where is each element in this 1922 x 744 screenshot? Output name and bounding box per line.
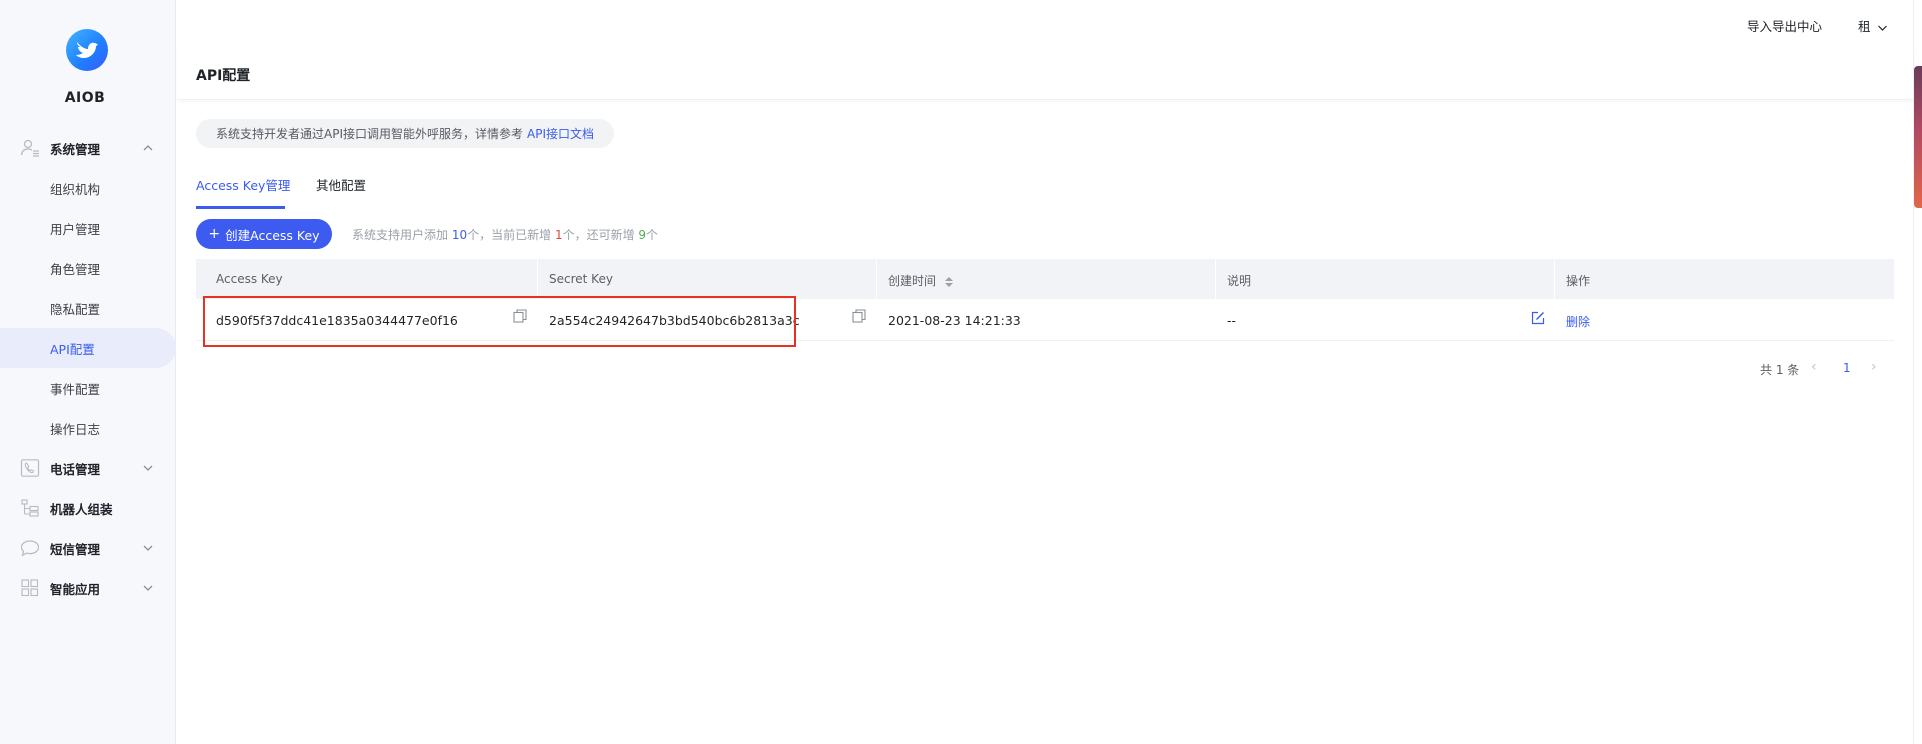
info-notice: 系统支持开发者通过API接口调用智能外呼服务，详情参考 API接口文档	[196, 119, 614, 148]
quota-max: 10	[451, 228, 468, 242]
sidebar-item-users[interactable]: 用户管理	[0, 208, 176, 248]
column-divider	[1554, 259, 1555, 299]
app-name: AIOB	[64, 90, 106, 106]
api-docs-link[interactable]: API接口文档	[527, 125, 594, 142]
active-tab-indicator	[196, 206, 285, 209]
sidebar-item-label: 事件配置	[50, 381, 101, 397]
chevron-down-icon[interactable]	[142, 584, 154, 592]
description-value: --	[1227, 313, 1237, 328]
quota-part: 个，还可新增	[562, 228, 639, 242]
tenant-label: 租	[1858, 19, 1871, 34]
create-access-key-button[interactable]: + 创建Access Key	[196, 219, 332, 249]
chevron-up-icon[interactable]	[142, 144, 154, 152]
sidebar-group-label: 短信管理	[50, 541, 101, 557]
sidebar-item-roles[interactable]: 角色管理	[0, 248, 176, 288]
sidebar-group-label: 电话管理	[50, 461, 101, 477]
plus-icon: +	[208, 226, 221, 242]
col-created-time[interactable]: 创建时间	[888, 272, 954, 289]
sidebar-item-label: 用户管理	[50, 221, 101, 237]
create-button-label: 创建Access Key	[225, 227, 320, 243]
table-header: Access Key Secret Key 创建时间 说明 操作	[196, 259, 1894, 299]
sidebar-group-robot[interactable]: 机器人组装	[0, 488, 176, 528]
quota-part: 个，当前已新增	[467, 228, 555, 242]
quota-part: 系统支持用户添加	[352, 228, 452, 242]
tab-access-key[interactable]: Access Key管理	[196, 175, 290, 194]
quota-used: 1	[554, 228, 563, 242]
col-created-label: 创建时间	[888, 274, 937, 288]
top-bar: 导入导出中心 租	[177, 0, 1922, 48]
sidebar-group-apps[interactable]: 智能应用	[0, 568, 176, 608]
column-divider	[537, 259, 538, 299]
pagination-total: 共 1 条	[1760, 363, 1800, 377]
col-actions: 操作	[1566, 274, 1591, 288]
highlight-box	[203, 296, 796, 347]
phone-icon	[20, 459, 40, 477]
sidebar-item-label: API配置	[50, 341, 95, 357]
sidebar-item-events[interactable]: 事件配置	[0, 368, 176, 408]
edit-icon[interactable]	[1531, 311, 1545, 325]
column-divider	[876, 259, 877, 299]
sidebar-item-privacy[interactable]: 隐私配置	[0, 288, 176, 328]
sidebar-group-system[interactable]: 系统管理	[0, 128, 176, 168]
tab-other-config[interactable]: 其他配置	[316, 175, 366, 194]
bird-icon	[76, 42, 98, 58]
sidebar: AIOB 系统管理 组织机构 用户管理 角色管理 隐私配置 API配置 事件配置	[0, 0, 176, 744]
chevron-down-icon[interactable]	[142, 544, 154, 552]
sidebar-group-label: 智能应用	[50, 581, 101, 597]
col-secret-key: Secret Key	[549, 272, 613, 286]
message-icon	[20, 540, 40, 557]
import-export-center-link[interactable]: 导入导出中心	[1747, 16, 1822, 35]
chevron-down-icon	[1877, 25, 1887, 31]
sidebar-item-label: 操作日志	[50, 421, 101, 437]
copy-icon[interactable]	[852, 309, 866, 323]
app-logo[interactable]	[66, 29, 108, 71]
created-time-value: 2021-08-23 14:21:33	[888, 313, 1021, 328]
sidebar-group-sms[interactable]: 短信管理	[0, 528, 176, 568]
col-access-key: Access Key	[216, 272, 283, 286]
sidebar-item-label: 组织机构	[50, 181, 101, 197]
chevron-down-icon[interactable]	[142, 464, 154, 472]
page-header: API配置	[177, 48, 1914, 100]
sidebar-item-org[interactable]: 组织机构	[0, 168, 176, 208]
pagination-current-page[interactable]: 1	[1843, 361, 1851, 375]
app-root: AIOB 系统管理 组织机构 用户管理 角色管理 隐私配置 API配置 事件配置	[0, 0, 1922, 744]
chevron-right-icon[interactable]: ›	[1871, 359, 1877, 375]
page-title: API配置	[196, 68, 251, 84]
col-description: 说明	[1227, 274, 1252, 288]
sidebar-item-label: 隐私配置	[50, 301, 101, 317]
sidebar-item-label: 角色管理	[50, 261, 101, 277]
user-settings-icon	[20, 139, 39, 157]
sort-icon[interactable]	[944, 276, 954, 288]
sidebar-item-api-config[interactable]: API配置	[0, 328, 176, 368]
sidebar-item-oplog[interactable]: 操作日志	[0, 408, 176, 448]
sidebar-group-label: 机器人组装	[50, 501, 113, 517]
sidebar-group-phone[interactable]: 电话管理	[0, 448, 176, 488]
chevron-left-icon[interactable]: ‹	[1811, 359, 1817, 375]
side-widget-tab[interactable]	[1914, 66, 1922, 208]
quota-text: 系统支持用户添加 10个，当前已新增 1个，还可新增 9个	[352, 226, 658, 243]
quota-part: 个	[646, 228, 659, 242]
sidebar-group-label: 系统管理	[50, 141, 101, 157]
delete-link[interactable]: 删除	[1566, 313, 1590, 330]
notice-text: 系统支持开发者通过API接口调用智能外呼服务，详情参考	[216, 127, 523, 141]
tenant-menu[interactable]: 租	[1858, 16, 1888, 35]
apps-grid-icon	[21, 579, 39, 597]
column-divider	[1215, 259, 1216, 299]
robot-tree-icon	[21, 499, 39, 517]
quota-left: 9	[638, 228, 647, 242]
